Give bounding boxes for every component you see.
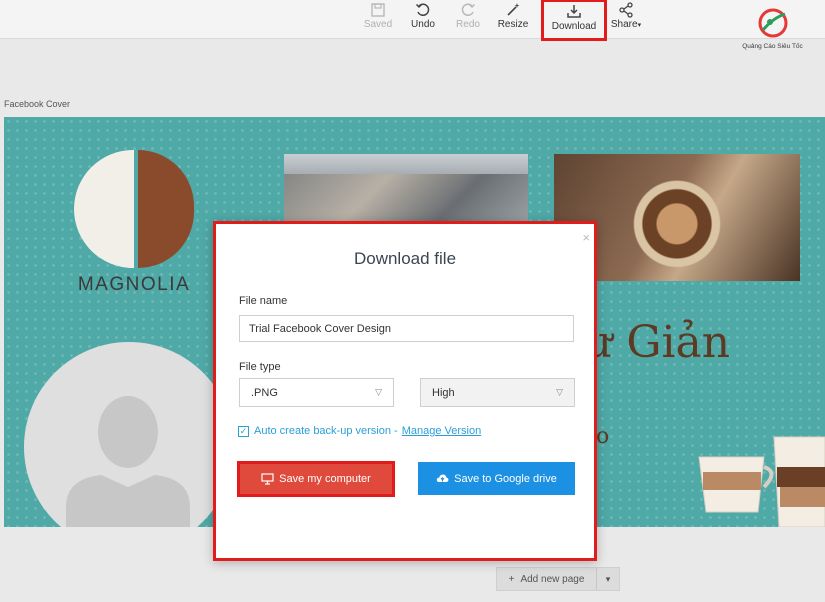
download-file-modal: × Download file File name File type .PNG… [213,221,597,561]
plus-icon: + [508,573,515,585]
decor-serif-small: o [596,424,610,449]
file-type-label: File type [239,361,281,373]
download-button[interactable]: Download [541,0,607,41]
manage-version-link[interactable]: Manage Version [402,425,482,437]
file-name-label: File name [239,295,288,307]
chevron-down-icon: ▾ [605,573,611,584]
magnolia-logo-left [74,150,134,268]
add-new-page-control: + Add new page ▾ [496,567,620,591]
quality-value: High [432,386,455,399]
chevron-down-icon: ▽ [556,387,563,397]
saved-label: Saved [363,19,393,30]
backup-text: Auto create back-up version - [254,425,398,437]
top-toolbar: Saved Undo Redo Resize Download Share▾ [0,0,825,41]
save-to-google-drive-button[interactable]: Save to Google drive [418,462,575,495]
modal-title: Download file [353,249,457,268]
quality-select[interactable]: High ▽ [420,378,575,407]
redo-label: Redo [456,19,480,30]
save-icon [371,3,385,17]
undo-label: Undo [411,19,435,30]
add-new-page-label: Add new page [520,573,585,585]
magic-wand-icon [507,3,520,16]
magnolia-brand-text: MAGNOLIA [77,274,191,295]
decor-serif-text: ư Giản [584,317,731,368]
add-page-dropdown-button[interactable]: ▾ [597,568,619,590]
save-my-computer-label: Save my computer [279,473,371,485]
file-name-input[interactable] [239,315,574,342]
undo-icon [415,3,430,16]
download-label: Download [551,21,597,32]
file-type-select[interactable]: .PNG ▽ [239,378,394,407]
share-button[interactable]: Share▾ [601,0,651,38]
monitor-icon [261,473,274,485]
person-placeholder-icon [66,396,190,527]
redo-icon [461,3,476,16]
cloud-upload-icon [436,473,449,484]
add-new-page-button[interactable]: + Add new page [497,568,597,590]
chevron-down-icon: ▽ [375,387,382,397]
save-my-computer-button[interactable]: Save my computer [237,461,395,497]
download-icon [567,5,581,18]
backup-option: ✓ Auto create back-up version - Manage V… [238,425,481,437]
brand-logo: Quảng Cáo Siêu Tốc [730,8,815,60]
save-to-google-drive-label: Save to Google drive [454,472,557,485]
share-label: Share▾ [610,19,642,30]
magnolia-logo-right [138,150,194,268]
redo-button[interactable]: Redo [443,0,493,38]
canvas-label: Facebook Cover [4,99,71,109]
brand-logo-text: Quảng Cáo Siêu Tốc [742,43,803,50]
chevron-down-icon: ▾ [637,22,642,29]
close-icon[interactable]: × [582,230,590,245]
resize-label: Resize [497,19,529,30]
share-icon [619,2,633,18]
backup-checkbox[interactable]: ✓ [238,425,249,437]
resize-button[interactable]: Resize [488,0,538,38]
brand-logo-mark [758,8,788,38]
file-type-value: .PNG [251,386,278,399]
saved-button[interactable]: Saved [353,0,403,38]
crowd-photo[interactable] [284,154,528,226]
undo-button[interactable]: Undo [398,0,448,38]
coffee-cups-illustration [698,436,825,527]
